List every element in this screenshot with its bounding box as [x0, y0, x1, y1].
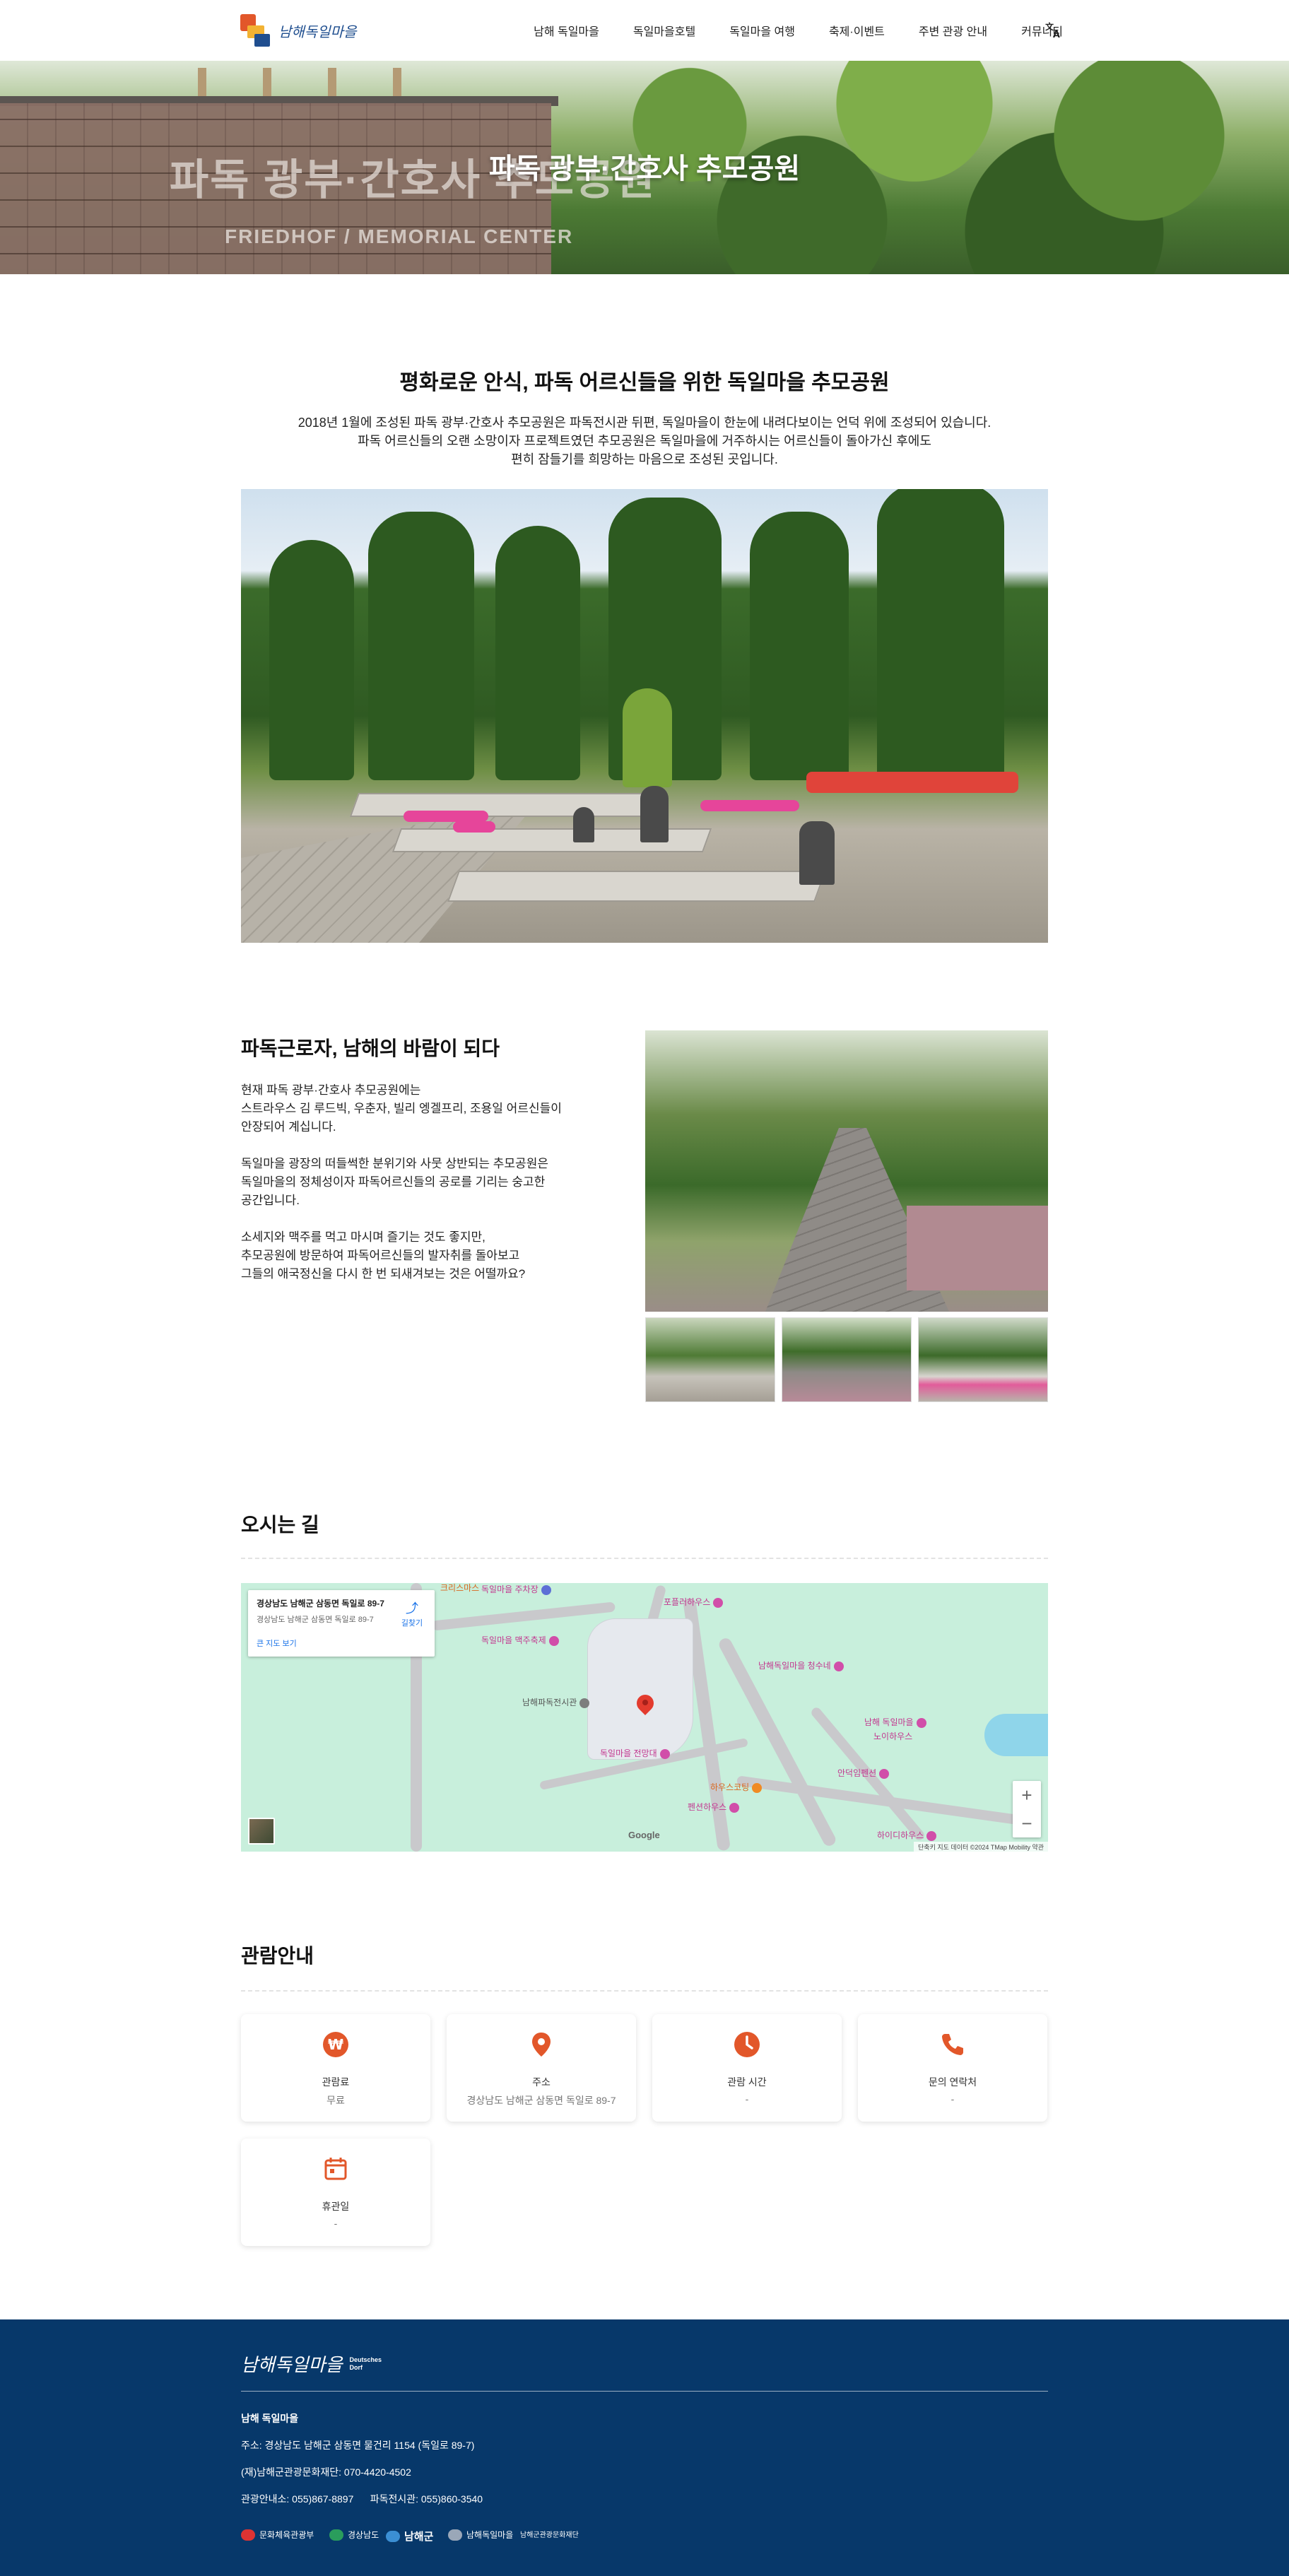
footer-logo[interactable]: 남해독일마을 Deutsches Dorf [241, 2351, 382, 2377]
site-logo[interactable]: 남해독일마을 [240, 14, 356, 47]
info-card-label: 주소 [532, 2076, 551, 2088]
footer-name: 남해 독일마을 [241, 2413, 299, 2424]
info-card-label: 문의 연락처 [928, 2076, 977, 2088]
partner-logo[interactable]: 경상남도 [329, 2529, 379, 2541]
zoom-out-button[interactable]: − [1013, 1809, 1041, 1837]
map-poi[interactable]: 남해 독일마을 [864, 1716, 926, 1728]
info-card-value: - [334, 2218, 338, 2229]
gallery-thumbnail[interactable] [918, 1317, 1048, 1402]
map-poi[interactable]: 노이하우스 [873, 1730, 912, 1742]
directions-button[interactable]: ⤴ 길찾기 [399, 1599, 425, 1628]
visit-info-title: 관람안내 [241, 1945, 314, 1967]
directions-divider [241, 1558, 1048, 1559]
directions-arrow-icon: ⤴ [406, 1601, 418, 1616]
hero-banner: 파독 광부·간호사 추모공원 FRIEDHOF / MEMORIAL CENTE… [0, 61, 1289, 274]
partner-logo[interactable]: 남해군 [386, 2529, 433, 2543]
footer-divider [241, 2391, 1048, 2392]
clock-icon [732, 2030, 762, 2059]
nav-item-travel[interactable]: 독일마을 여행 [729, 22, 795, 39]
calendar-icon [321, 2154, 351, 2184]
map-poi[interactable]: 하이디하우스 [877, 1829, 937, 1841]
map-poi[interactable]: 포플러하우스 [664, 1596, 724, 1608]
location-map[interactable]: 독일마을 주차장 독일마을 맥주축제 남해파독전시관 독일마을 전망대 남해독일… [241, 1583, 1048, 1852]
visit-info-divider [241, 1990, 1048, 1992]
gallery-thumbnail[interactable] [645, 1317, 775, 1402]
worker-paragraph: 현재 파독 광부·간호사 추모공원에는 스트라우스 김 루드빅, 우춘자, 빌리… [241, 1083, 562, 1134]
wall-engraving-german: FRIEDHOF / MEMORIAL CENTER [225, 225, 574, 247]
map-zoom-controls: + − [1013, 1781, 1041, 1837]
intro-line: 편히 잠들기를 희망하는 마음으로 조성된 곳입니다. [511, 452, 778, 466]
map-poi[interactable]: 독일마을 전망대 [600, 1747, 670, 1759]
info-card-contact: 문의 연락처 - [858, 2014, 1047, 2122]
map-poi[interactable]: 안덕임펜션 [837, 1767, 890, 1779]
partner-logo[interactable]: 남해군관광문화재단 [520, 2529, 579, 2539]
worker-paragraph: 소세지와 맥주를 먹고 마시며 즐기는 것도 좋지만, 추모공원에 방문하여 파… [241, 1230, 526, 1281]
map-poi[interactable]: 펜션하우스 [688, 1801, 740, 1813]
footer-logo-sub: Deutsches Dorf [349, 2356, 382, 2371]
map-info-card: 경상남도 남해군 삼동면 독일로 89-7 경상남도 남해군 삼동면 독일로 8… [248, 1590, 435, 1657]
svg-text:A: A [1053, 30, 1060, 39]
logo-mark [240, 14, 271, 47]
footer-foundation: (재)남해군관광문화재단: 070-4420-4502 [241, 2466, 411, 2478]
larger-map-link[interactable]: 큰 지도 보기 [257, 1637, 426, 1649]
partner-logo[interactable]: 남해독일마을 [448, 2529, 513, 2541]
site-footer: 남해독일마을 Deutsches Dorf 남해 독일마을 주소: 경상남도 남… [0, 2319, 1289, 2576]
gallery-thumbnail[interactable] [782, 1317, 912, 1402]
nav-item-hotel[interactable]: 독일마을호텔 [633, 22, 695, 39]
map-credits[interactable]: 단축키 지도 데이터 ©2024 TMap Mobility 약관 [914, 1842, 1048, 1852]
logo-text: 남해독일마을 [278, 23, 357, 40]
gallery-main-photo [645, 1030, 1048, 1312]
directions-title: 오시는 길 [241, 1514, 319, 1536]
zoom-in-button[interactable]: + [1013, 1781, 1041, 1809]
info-card-value: - [745, 2093, 749, 2105]
intro-line: 파독 어르신들의 오랜 소망이자 프로젝트였던 추모공원은 독일마을에 거주하시… [358, 434, 931, 448]
worker-paragraph: 독일마을 광장의 떠들썩한 분위기와 사뭇 상반되는 추모공원은 독일마을의 정… [241, 1157, 548, 1207]
svg-text:₩: ₩ [328, 2036, 343, 2053]
info-card-label: 휴관일 [322, 2201, 350, 2212]
info-card-hours: 관람 시간 - [652, 2014, 842, 2122]
directions-label: 길찾기 [401, 1619, 423, 1628]
intro-description: 2018년 1월에 조성된 파독 광부·간호사 추모공원은 파독전시관 뒤편, … [0, 413, 1289, 469]
nav-item-nearby-tourism[interactable]: 주변 관광 안내 [919, 22, 987, 39]
footer-logo-text: 남해독일마을 [241, 2355, 343, 2376]
memorial-park-photo [241, 489, 1048, 943]
intro-line: 2018년 1월에 조성된 파독 광부·간호사 추모공원은 파독전시관 뒤편, … [298, 416, 991, 430]
map-poi[interactable]: 남해파독전시관 [522, 1696, 590, 1708]
map-poi[interactable]: 남해독일마을 청수네 [758, 1659, 844, 1671]
site-header: 남해독일마을 남해 독일마을 독일마을호텔 독일마을 여행 축제·이벤트 주변 … [0, 0, 1289, 61]
info-card-label: 관람료 [322, 2076, 350, 2088]
translate-icon[interactable]: 文A [1044, 20, 1063, 40]
worker-section-body: 현재 파독 광부·간호사 추모공원에는 스트라우스 김 루드빅, 우춘자, 빌리… [241, 1081, 623, 1302]
map-poi[interactable]: 독일마을 주차장 [481, 1583, 551, 1595]
info-card-closed: 휴관일 - [241, 2139, 430, 2246]
map-poi[interactable]: 독일마을 맥주축제 [481, 1634, 559, 1646]
map-poi[interactable]: 크리스마스 [440, 1583, 479, 1594]
main-nav: 남해 독일마을 독일마을호텔 독일마을 여행 축제·이벤트 주변 관광 안내 커… [534, 0, 1063, 61]
partner-logo[interactable]: 문화체육관광부 [241, 2529, 314, 2541]
intro-title: 평화로운 안식, 파독 어르신들을 위한 독일마을 추모공원 [399, 371, 890, 394]
info-card-value: 경상남도 남해군 삼동면 독일로 89-7 [466, 2095, 616, 2106]
footer-contacts: 관광안내소: 055)867-8897 파독전시관: 055)860-3540 [241, 2493, 483, 2505]
street-view-thumbnail[interactable] [248, 1818, 275, 1845]
worker-section-title: 파독근로자, 남해의 바람이 되다 [241, 1037, 500, 1059]
info-card-label: 관람 시간 [727, 2076, 767, 2088]
map-pin-icon[interactable] [637, 1695, 654, 1719]
footer-address: 주소: 경상남도 남해군 삼동면 물건리 1154 (독일로 89-7) [241, 2440, 475, 2451]
page-title: 파독 광부·간호사 추모공원 [488, 153, 801, 184]
info-card-value: 무료 [326, 2095, 345, 2106]
phone-icon [938, 2030, 967, 2059]
info-card-value: - [950, 2093, 955, 2105]
info-card-fee: ₩ 관람료 무료 [241, 2014, 430, 2122]
nav-item-german-village[interactable]: 남해 독일마을 [534, 22, 599, 39]
won-icon: ₩ [321, 2030, 351, 2059]
info-card-address: 주소 경상남도 남해군 삼동면 독일로 89-7 [447, 2014, 636, 2122]
nav-item-festival[interactable]: 축제·이벤트 [829, 22, 885, 39]
location-pin-icon [526, 2030, 556, 2059]
google-logo: Google [628, 1830, 660, 1840]
map-poi[interactable]: 하우스코팅 [710, 1781, 763, 1793]
